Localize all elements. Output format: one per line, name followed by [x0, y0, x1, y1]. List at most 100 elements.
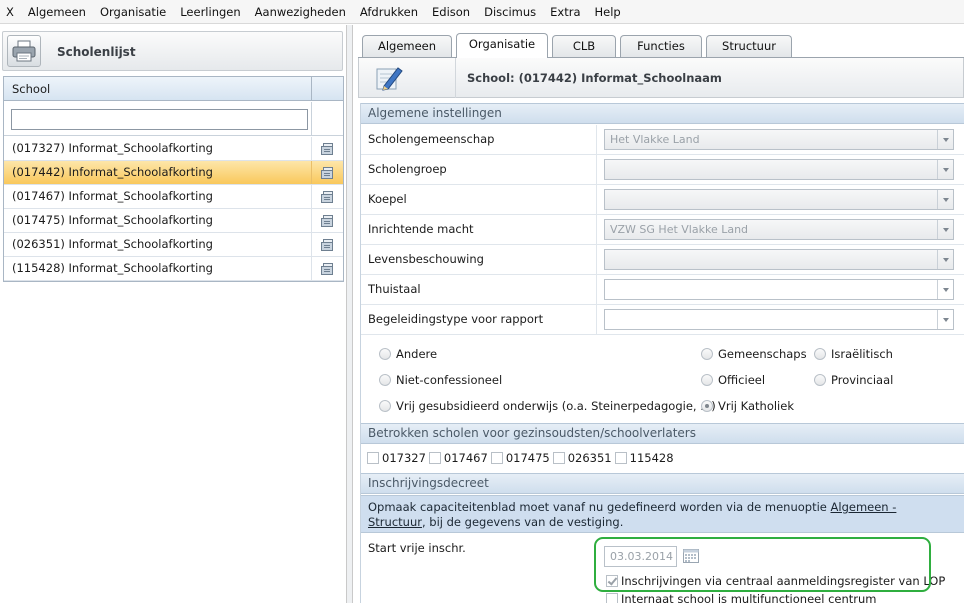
involved-school-label: 017475	[505, 451, 550, 465]
school-detail-icon[interactable]	[313, 233, 343, 256]
chevron-down-icon[interactable]	[937, 190, 953, 209]
tab-organisatie[interactable]: Organisatie	[456, 33, 548, 58]
involved-school-option[interactable]: 115428	[614, 451, 674, 465]
menu-bar: X Algemeen Organisatie Leerlingen Aanwez…	[0, 0, 964, 24]
school-row[interactable]: (017475) Informat_Schoolafkorting	[4, 209, 343, 233]
radio-vrij-gesubsidieerd[interactable]: Vrij gesubsidieerd onderwijs (o.a. Stein…	[379, 398, 716, 414]
field-row: Scholengroep	[361, 155, 964, 185]
tab-structuur[interactable]: Structuur	[706, 35, 792, 57]
field-select[interactable]	[604, 159, 954, 180]
panel-splitter[interactable]	[347, 25, 353, 603]
chevron-down-icon[interactable]	[937, 280, 953, 299]
menu-help[interactable]: Help	[588, 0, 628, 24]
field-label: Inrichtende macht	[361, 215, 597, 244]
field-label: Thuistaal	[361, 275, 597, 304]
radio-officieel-label: Officieel	[718, 373, 766, 387]
radio-gemeenschaps-control[interactable]	[701, 348, 713, 360]
highlight-frame	[594, 537, 931, 592]
school-title: School: (017442) Informat_Schoolnaam	[467, 71, 722, 85]
school-row[interactable]: (017327) Informat_Schoolafkorting	[4, 137, 343, 161]
school-name: (026351) Informat_Schoolafkorting	[4, 233, 312, 256]
organisatie-form: Algemene instellingen Scholengemeenschap…	[360, 103, 964, 603]
radio-andere[interactable]: Andere	[379, 346, 437, 362]
radio-provinciaal[interactable]: Provinciaal	[814, 372, 893, 388]
menu-aanwezigheden[interactable]: Aanwezigheden	[248, 0, 353, 24]
start-vrije-inschrijving-row: Start vrije inschr. 03.03.2014 Inschrijv…	[361, 533, 964, 603]
school-detail-icon[interactable]	[313, 161, 343, 184]
field-row: Inrichtende macht VZW SG Het Vlakke Land	[361, 215, 964, 245]
involved-school-label: 026351	[567, 451, 612, 465]
field-row: Begeleidingstype voor rapport	[361, 305, 964, 335]
tab-clb[interactable]: CLB	[552, 35, 616, 57]
tab-algemeen[interactable]: Algemeen	[362, 35, 452, 57]
school-list-title: Scholenlijst	[57, 45, 136, 59]
menu-extra[interactable]: Extra	[543, 0, 587, 24]
involved-school-option[interactable]: 017475	[490, 451, 550, 465]
radio-vrij-katholiek[interactable]: Vrij Katholiek	[701, 398, 794, 414]
field-row: Levensbeschouwing	[361, 245, 964, 275]
section-algemene-instellingen: Algemene instellingen	[361, 103, 964, 124]
chevron-down-icon[interactable]	[937, 130, 953, 149]
radio-niet-confessioneel[interactable]: Niet-confessioneel	[379, 372, 502, 388]
radio-israelitisch[interactable]: Israëlitisch	[814, 346, 893, 362]
school-row[interactable]: (115428) Informat_Schoolafkorting	[4, 257, 343, 281]
school-row[interactable]: (017442) Informat_Schoolafkorting	[4, 161, 343, 185]
internaat-label: Internaat school is multifunctioneel cen…	[621, 592, 877, 603]
info-message: Opmaak capaciteitenblad moet vanaf nu ge…	[361, 495, 964, 533]
column-header-school[interactable]: School	[4, 77, 312, 101]
involved-schools-list: 017327 017467 017475 026351 115428	[367, 450, 677, 466]
involved-school-option[interactable]: 026351	[552, 451, 612, 465]
tab-functies[interactable]: Functies	[620, 35, 702, 57]
radio-provinciaal-control[interactable]	[814, 374, 826, 386]
menu-close[interactable]: X	[0, 0, 21, 24]
school-row[interactable]: (017467) Informat_Schoolafkorting	[4, 185, 343, 209]
radio-israelitisch-control[interactable]	[814, 348, 826, 360]
field-select[interactable]: VZW SG Het Vlakke Land	[604, 219, 954, 240]
tab-strip: Algemeen Organisatie CLB Functies Struct…	[362, 33, 962, 58]
chevron-down-icon[interactable]	[937, 250, 953, 269]
radio-gemeenschaps-label: Gemeenschaps	[718, 347, 807, 361]
field-select[interactable]	[604, 189, 954, 210]
field-row: Thuistaal	[361, 275, 964, 305]
field-select[interactable]: Het Vlakke Land	[604, 129, 954, 150]
field-select[interactable]	[604, 309, 954, 330]
radio-officieel-control[interactable]	[701, 374, 713, 386]
involved-school-checkbox[interactable]	[367, 452, 379, 464]
edit-button[interactable]	[371, 63, 407, 93]
chevron-down-icon[interactable]	[937, 220, 953, 239]
print-button[interactable]	[7, 35, 41, 67]
radio-officieel[interactable]: Officieel	[701, 372, 765, 388]
field-select[interactable]	[604, 249, 954, 270]
menu-algemeen[interactable]: Algemeen	[21, 0, 93, 24]
chevron-down-icon[interactable]	[937, 160, 953, 179]
school-detail-icon[interactable]	[313, 137, 343, 160]
option-internaat[interactable]: Internaat school is multifunctioneel cen…	[606, 591, 877, 603]
section-inschrijvingsdecreet: Inschrijvingsdecreet	[361, 473, 964, 494]
radio-niet-confessioneel-control[interactable]	[379, 374, 391, 386]
field-label: Scholengemeenschap	[361, 125, 597, 154]
involved-school-option[interactable]: 017467	[428, 451, 488, 465]
internaat-checkbox[interactable]	[606, 593, 618, 603]
chevron-down-icon[interactable]	[937, 310, 953, 329]
school-detail-icon[interactable]	[313, 185, 343, 208]
radio-andere-control[interactable]	[379, 348, 391, 360]
school-detail-icon[interactable]	[313, 257, 343, 280]
radio-vrij-katholiek-control[interactable]	[701, 400, 713, 412]
field-select[interactable]	[604, 279, 954, 300]
school-filter-input[interactable]	[11, 109, 308, 130]
involved-school-option[interactable]: 017327	[367, 451, 426, 465]
involved-school-checkbox[interactable]	[428, 452, 441, 464]
menu-discimus[interactable]: Discimus	[477, 0, 543, 24]
menu-edison[interactable]: Edison	[425, 0, 477, 24]
school-detail-icon[interactable]	[313, 209, 343, 232]
involved-school-checkbox[interactable]	[552, 452, 565, 464]
involved-school-checkbox[interactable]	[490, 452, 503, 464]
involved-school-checkbox[interactable]	[614, 452, 627, 464]
radio-gemeenschaps[interactable]: Gemeenschaps	[701, 346, 807, 362]
menu-afdrukken[interactable]: Afdrukken	[353, 0, 425, 24]
menu-organisatie[interactable]: Organisatie	[93, 0, 173, 24]
school-row[interactable]: (026351) Informat_Schoolafkorting	[4, 233, 343, 257]
filter-cell	[4, 102, 312, 136]
radio-vrij-gesubsidieerd-control[interactable]	[379, 400, 391, 412]
menu-leerlingen[interactable]: Leerlingen	[173, 0, 247, 24]
